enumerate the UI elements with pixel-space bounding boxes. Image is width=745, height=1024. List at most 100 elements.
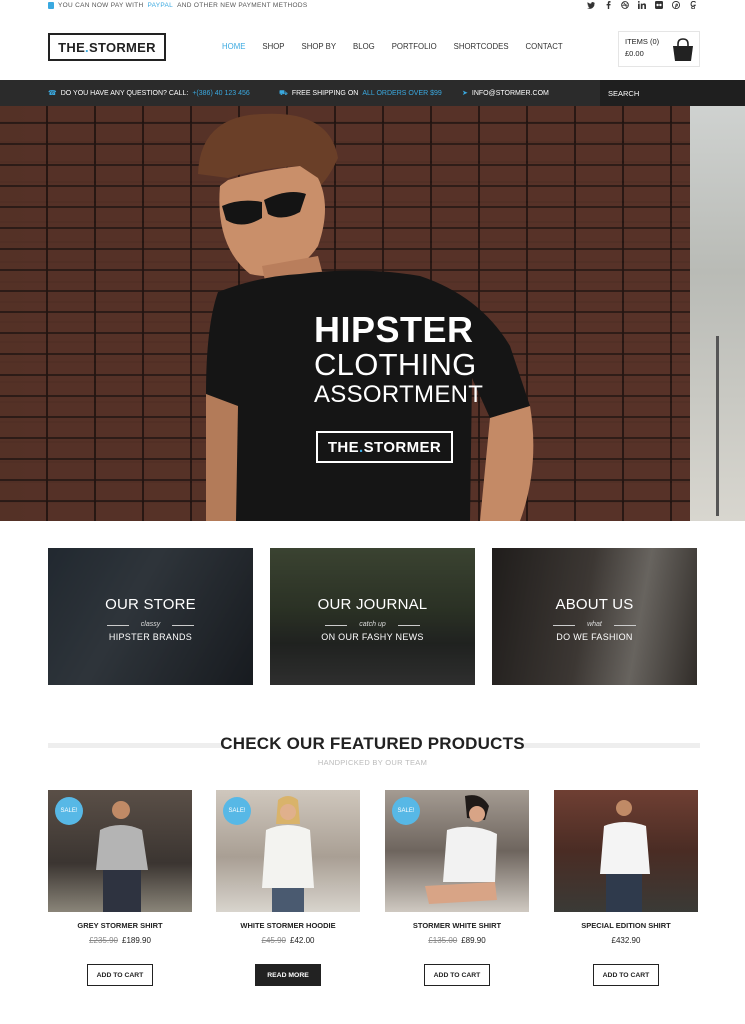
nav-home[interactable]: HOME [222,42,245,51]
add-to-cart-button[interactable]: ADD TO CART [424,964,490,986]
hero-brand-button[interactable]: THE. STORMER [316,431,453,463]
featured-title: CHECK OUR FEATURED PRODUCTS [220,734,525,753]
product-price: £432.90 [554,936,698,945]
featured-subtitle: HANDPICKED BY OUR TEAM [317,758,428,767]
logo-text-left: THE [58,39,86,55]
google-plus-icon[interactable] [689,1,697,9]
question-label: DO YOU HAVE ANY QUESTION? CALL: [60,89,189,97]
product-price: £235.90 £189.90 [48,936,192,945]
product-image[interactable] [554,790,698,912]
tile-subtitle: catch up [325,621,421,628]
tile-store-caption: OUR STORE classy HIPSTER BRANDS [48,596,253,642]
search-input[interactable] [600,80,745,106]
product-old-price: £135.00 [428,936,458,945]
main-nav: HOME SHOP SHOP BY BLOG PORTFOLIO SHORTCO… [222,42,580,51]
linkedin-icon[interactable] [638,1,646,9]
promo-text: YOU CAN NOW PAY WITH PAYPAL AND OTHER NE… [48,1,308,9]
product-current-price: £42.00 [290,936,315,945]
product-current-price: £189.90 [122,936,151,945]
pinterest-icon[interactable] [672,1,680,9]
nav-shop[interactable]: SHOP [262,42,284,51]
phone-number[interactable]: +(386) 40 123 456 [192,90,249,97]
twitter-icon[interactable] [587,1,595,9]
phone-icon: ☎ [48,90,57,97]
promo-bar: YOU CAN NOW PAY WITH PAYPAL AND OTHER NE… [0,0,745,10]
nav-contact[interactable]: CONTACT [526,42,563,51]
promo-text-before: YOU CAN NOW PAY WITH [58,1,144,9]
tile-cta: DO WE FASHION [556,632,633,642]
cart-items-count: ITEMS (0) [625,37,660,46]
product-model [600,800,650,912]
cart-total: £0.00 [625,49,644,58]
tile-subtitle: classy [106,621,195,628]
product-old-price: £235.90 [89,936,118,945]
tile-about-us[interactable]: ABOUT US what DO WE FASHION [492,548,697,685]
contact-phone: ☎ DO YOU HAVE ANY QUESTION? CALL: +(386)… [48,89,250,98]
read-more-button[interactable]: READ MORE [255,964,321,986]
sale-badge: SALE! [392,797,420,825]
hero-button-right: STORMER [363,438,442,456]
product-name[interactable]: WHITE STORMER HOODIE [216,921,360,930]
mini-cart[interactable]: ITEMS (0) £0.00 [618,31,700,67]
promo-paypal-link[interactable]: PAYPAL [147,2,173,9]
nav-portfolio[interactable]: PORTFOLIO [392,42,437,51]
email-address[interactable]: INFO@STORMER.COM [472,90,549,97]
tile-title: ABOUT US [555,596,634,613]
hero-line-2: CLOTHING [314,347,477,382]
dribbble-icon[interactable] [621,1,629,9]
site-header: THE. STORMER HOME SHOP SHOP BY BLOG PORTF… [0,20,745,78]
truck-icon: ⛟ [279,90,288,97]
tile-our-store[interactable]: OUR STORE classy HIPSTER BRANDS [48,548,253,685]
social-links [587,1,697,9]
contact-email: ➤ INFO@STORMER.COM [462,89,549,98]
product-card: SPECIAL EDITION SHIRT £432.90 ADD TO CAR… [554,790,698,1000]
tile-cta: HIPSTER BRANDS [108,632,193,642]
sale-badge: SALE! [223,797,251,825]
tile-journal-caption: OUR JOURNAL catch up ON OUR FASHY NEWS [270,596,475,642]
hero-line-3: ASSORTMENT [314,381,484,408]
paypal-icon [48,1,54,9]
logo-text-right: STORMER [88,39,156,55]
product-current-price: £432.90 [611,936,641,945]
info-bar: ☎ DO YOU HAVE ANY QUESTION? CALL: +(386)… [0,80,745,106]
facebook-icon[interactable] [604,1,612,9]
add-to-cart-button[interactable]: ADD TO CART [593,964,659,986]
product-old-price: £45.90 [261,936,286,945]
product-name[interactable]: GREY STORMER SHIRT [48,921,192,930]
shopping-bag-icon [673,38,693,61]
tile-about-caption: ABOUT US what DO WE FASHION [492,596,697,642]
nav-blog[interactable]: BLOG [353,42,375,51]
product-image[interactable]: SALE! [48,790,192,912]
tile-title: OUR STORE [105,596,196,613]
site-logo[interactable]: THE. STORMER [48,33,166,61]
add-to-cart-button[interactable]: ADD TO CART [87,964,153,986]
product-current-price: £89.90 [461,936,486,945]
tile-our-journal[interactable]: OUR JOURNAL catch up ON OUR FASHY NEWS [270,548,475,685]
product-image[interactable]: SALE! [216,790,360,912]
promo-text-after: AND OTHER NEW PAYMENT METHODS [177,1,308,9]
search-box [600,80,745,106]
hero-headline: HIPSTER CLOTHING ASSORTMENT [314,312,483,409]
shipping-notice: ⛟ FREE SHIPPING ON ALL ORDERS OVER $99 [279,89,442,98]
product-card: SALE! WHITE STORMER HOODIE £45.90 £42.00 … [216,790,360,1000]
nav-shop-by[interactable]: SHOP BY [302,42,337,51]
hero-line-1: HIPSTER [314,309,474,350]
product-name[interactable]: STORMER WHITE SHIRT [385,921,529,930]
product-price: £45.90 £42.00 [216,936,360,945]
flickr-icon[interactable] [655,1,663,9]
shipping-text: FREE SHIPPING ON [291,90,359,97]
hero-banner[interactable]: HIPSTER CLOTHING ASSORTMENT THE. STORMER [0,106,745,521]
product-price: £135.00 £89.90 [385,936,529,945]
tile-cta: ON OUR FASHY NEWS [321,632,424,642]
product-name[interactable]: SPECIAL EDITION SHIRT [554,921,698,930]
hero-button-left: THE [327,438,360,456]
nav-shortcodes[interactable]: SHORTCODES [454,42,509,51]
sale-badge: SALE! [55,797,83,825]
paper-plane-icon: ➤ [462,90,468,97]
product-image[interactable]: SALE! [385,790,529,912]
tile-title: OUR JOURNAL [317,596,428,613]
shipping-highlight: ALL ORDERS OVER $99 [362,90,442,97]
product-card: SALE! STORMER WHITE SHIRT £135.00 £89.90 … [385,790,529,1000]
product-card: SALE! GREY STORMER SHIRT £235.90 £189.90 … [48,790,192,1000]
tile-subtitle: what [553,621,636,628]
